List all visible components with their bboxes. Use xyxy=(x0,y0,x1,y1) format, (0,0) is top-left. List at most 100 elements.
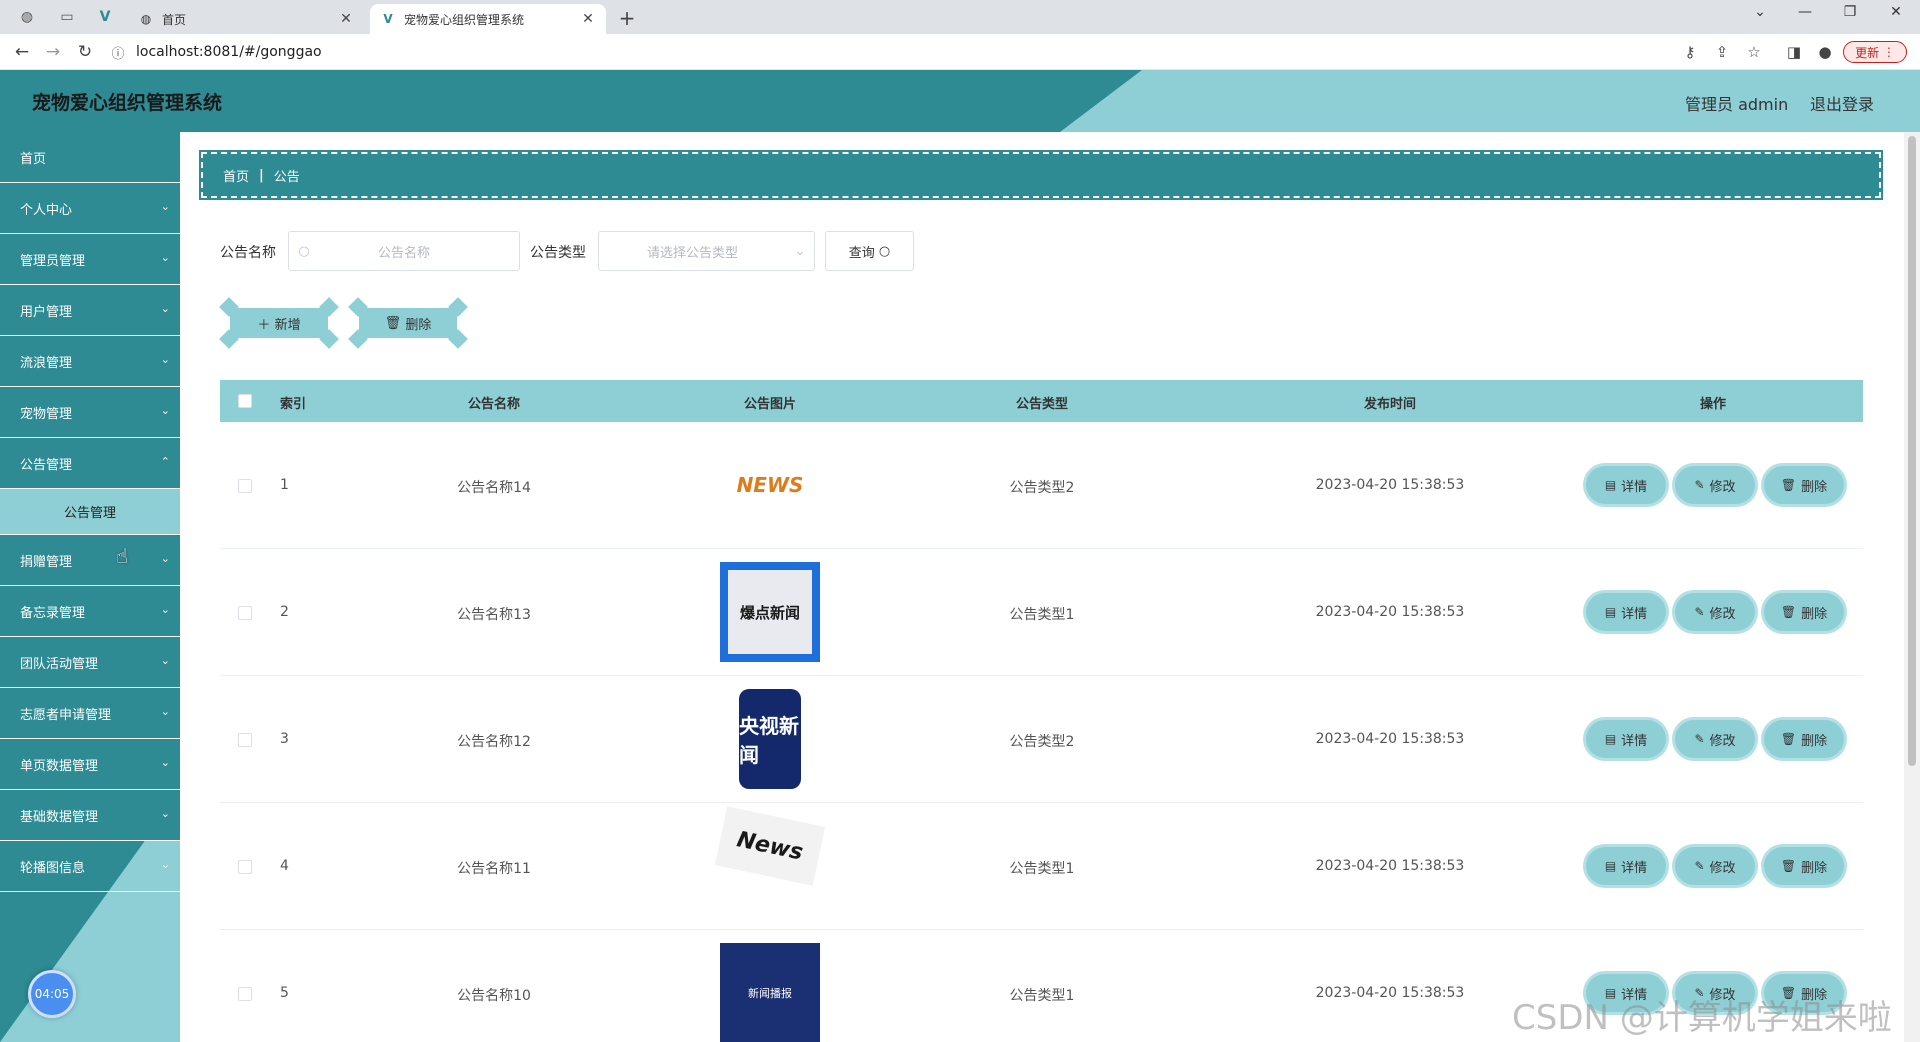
notice-image-text: News xyxy=(734,826,806,866)
sidebar-item-personal-center[interactable]: 个人中心 ⌄ xyxy=(0,183,180,234)
type-select[interactable]: 请选择公告类型 ⌄ xyxy=(598,231,815,271)
breadcrumb: 首页 | 公告 xyxy=(199,150,1883,200)
sidebar-item-pets[interactable]: 宠物管理 ⌄ xyxy=(0,387,180,438)
sidebar-subitem-notice-management[interactable]: 公告管理 xyxy=(0,489,180,535)
browser-tab-bar: ◍ ▭ V ◍ 首页 ✕ V 宠物爱心组织管理系统 ✕ + ⌄ — ❐ ✕ xyxy=(0,0,1920,34)
pencil-icon: ✎ xyxy=(1694,605,1705,619)
sidebar-item-donations[interactable]: 捐赠管理 ⌄ xyxy=(0,535,180,586)
row-time: 2023-04-20 15:38:53 xyxy=(1315,731,1465,747)
row-index: 4 xyxy=(280,858,289,874)
app-title: 宠物爱心组织管理系统 xyxy=(32,92,223,114)
document-icon: ▤ xyxy=(1604,478,1617,492)
select-all-checkbox[interactable] xyxy=(238,394,252,408)
row-checkbox[interactable] xyxy=(238,606,252,620)
notice-image[interactable]: News xyxy=(714,806,826,886)
current-user: 管理员 admin xyxy=(1685,95,1789,114)
header-decoration xyxy=(1060,70,1920,132)
trash-icon: 🗑 xyxy=(1780,732,1797,746)
browser-update-button[interactable]: 更新 ⋮ xyxy=(1843,41,1907,63)
restore-icon[interactable]: ❐ xyxy=(1830,4,1870,20)
breadcrumb-separator: | xyxy=(259,167,264,183)
delete-button[interactable]: 🗑 删除 xyxy=(1764,593,1844,631)
edit-button[interactable]: ✎ 修改 xyxy=(1675,466,1755,504)
plus-icon: ＋ xyxy=(257,317,271,333)
browser-tab-home[interactable]: ◍ 首页 ✕ xyxy=(128,4,364,34)
sidebar-item-home[interactable]: 首页 xyxy=(0,132,180,183)
logout-link[interactable]: 退出登录 xyxy=(1810,91,1874,115)
row-checkbox[interactable] xyxy=(238,479,252,493)
page-scrollbar[interactable] xyxy=(1904,132,1920,1042)
pinned-tab-vue-icon[interactable]: V xyxy=(90,4,120,30)
key-icon[interactable]: ⚷ xyxy=(1680,43,1700,61)
row-name: 公告名称11 xyxy=(457,861,531,877)
query-button[interactable]: 查询 ○ xyxy=(825,231,914,271)
edit-button[interactable]: ✎ 修改 xyxy=(1675,720,1755,758)
search-icon: ○ xyxy=(878,243,891,259)
chevron-down-icon: ⌄ xyxy=(160,251,170,264)
add-button[interactable]: ＋ 新增 xyxy=(219,297,339,349)
notice-image[interactable]: NEWS xyxy=(720,435,820,535)
window-close-icon[interactable]: ✕ xyxy=(1876,4,1916,20)
sidebar-item-basic-data[interactable]: 基础数据管理 ⌄ xyxy=(0,790,180,841)
chevron-down-icon: ⌄ xyxy=(160,654,170,667)
detail-button[interactable]: ▤ 详情 xyxy=(1586,847,1666,885)
delete-button[interactable]: 🗑 删除 xyxy=(1764,847,1844,885)
edit-button[interactable]: ✎ 修改 xyxy=(1675,847,1755,885)
chevron-down-icon: ⌄ xyxy=(160,552,170,565)
share-icon[interactable]: ⇪ xyxy=(1712,43,1732,61)
row-checkbox[interactable] xyxy=(238,733,252,747)
column-image: 公告图片 xyxy=(743,397,796,412)
close-tab-icon[interactable]: ✕ xyxy=(338,11,354,27)
back-icon[interactable]: ← xyxy=(10,41,34,65)
vue-logo-icon: V xyxy=(383,12,393,26)
clock-widget[interactable]: 04:05 xyxy=(28,970,76,1018)
pinned-tab-globe-icon[interactable]: ◍ xyxy=(12,4,42,30)
breadcrumb-home[interactable]: 首页 xyxy=(223,166,249,185)
sidebar-item-volunteer-applications[interactable]: 志愿者申请管理 ⌄ xyxy=(0,688,180,739)
chevron-down-icon: ⌄ xyxy=(160,705,170,718)
row-type: 公告类型1 xyxy=(1009,988,1075,1004)
detail-button[interactable]: ▤ 详情 xyxy=(1586,720,1666,758)
sidebar-item-carousel[interactable]: 轮播图信息 ⌄ xyxy=(0,841,180,892)
row-time: 2023-04-20 15:38:53 xyxy=(1315,604,1465,620)
reload-icon[interactable]: ↻ xyxy=(73,41,97,65)
sidebar-item-single-page-data[interactable]: 单页数据管理 ⌄ xyxy=(0,739,180,790)
sidebar-item-users[interactable]: 用户管理 ⌄ xyxy=(0,285,180,336)
row-checkbox[interactable] xyxy=(238,860,252,874)
column-time: 发布时间 xyxy=(1363,397,1416,412)
new-tab-button[interactable]: + xyxy=(615,6,639,30)
breadcrumb-current: 公告 xyxy=(273,169,300,185)
pinned-tab-blank-icon[interactable]: ▭ xyxy=(52,4,82,30)
delete-button[interactable]: 🗑 删除 xyxy=(1764,720,1844,758)
row-checkbox[interactable] xyxy=(238,987,252,1001)
tab-search-icon[interactable]: ⌄ xyxy=(1740,4,1780,20)
notice-image[interactable]: 爆点新闻 xyxy=(720,562,820,662)
row-index: 5 xyxy=(280,985,289,1001)
delete-button[interactable]: 🗑 删除 xyxy=(1764,466,1844,504)
url-field[interactable]: ⓘ localhost:8081/#/gonggao xyxy=(108,38,1888,66)
notice-image[interactable]: 央视新闻 xyxy=(739,689,801,789)
close-tab-icon[interactable]: ✕ xyxy=(580,11,596,27)
side-panel-icon[interactable]: ◨ xyxy=(1784,43,1804,61)
row-index: 3 xyxy=(280,731,289,747)
sidebar-item-memos[interactable]: 备忘录管理 ⌄ xyxy=(0,586,180,637)
bookmark-star-icon[interactable]: ☆ xyxy=(1744,43,1764,61)
sidebar-item-stray[interactable]: 流浪管理 ⌄ xyxy=(0,336,180,387)
sidebar-item-notices[interactable]: 公告管理 ⌃ xyxy=(0,438,180,489)
profile-icon[interactable]: ● xyxy=(1815,43,1835,61)
sidebar: 首页 个人中心 ⌄ 管理员管理 ⌄ 用户管理 ⌄ 流浪管理 ⌄ 宠物管理 ⌄ 公告管理 ⌃ … xyxy=(0,132,180,1042)
forward-icon[interactable]: → xyxy=(41,41,65,65)
minimize-icon[interactable]: — xyxy=(1785,4,1825,20)
detail-button[interactable]: ▤ 详情 xyxy=(1586,466,1666,504)
notice-image[interactable]: 新闻播报 xyxy=(720,943,820,1042)
scrollbar-thumb[interactable] xyxy=(1908,136,1916,766)
chevron-down-icon: ⌄ xyxy=(794,243,806,259)
sidebar-item-admin[interactable]: 管理员管理 ⌄ xyxy=(0,234,180,285)
name-search-input[interactable]: ○ 公告名称 xyxy=(288,231,520,271)
batch-delete-button[interactable]: 🗑 删除 xyxy=(348,297,468,349)
detail-button[interactable]: ▤ 详情 xyxy=(1586,593,1666,631)
site-info-icon[interactable]: ⓘ xyxy=(108,43,128,62)
sidebar-item-team-activities[interactable]: 团队活动管理 ⌄ xyxy=(0,637,180,688)
browser-tab-active[interactable]: V 宠物爱心组织管理系统 ✕ xyxy=(370,4,606,34)
edit-button[interactable]: ✎ 修改 xyxy=(1675,593,1755,631)
